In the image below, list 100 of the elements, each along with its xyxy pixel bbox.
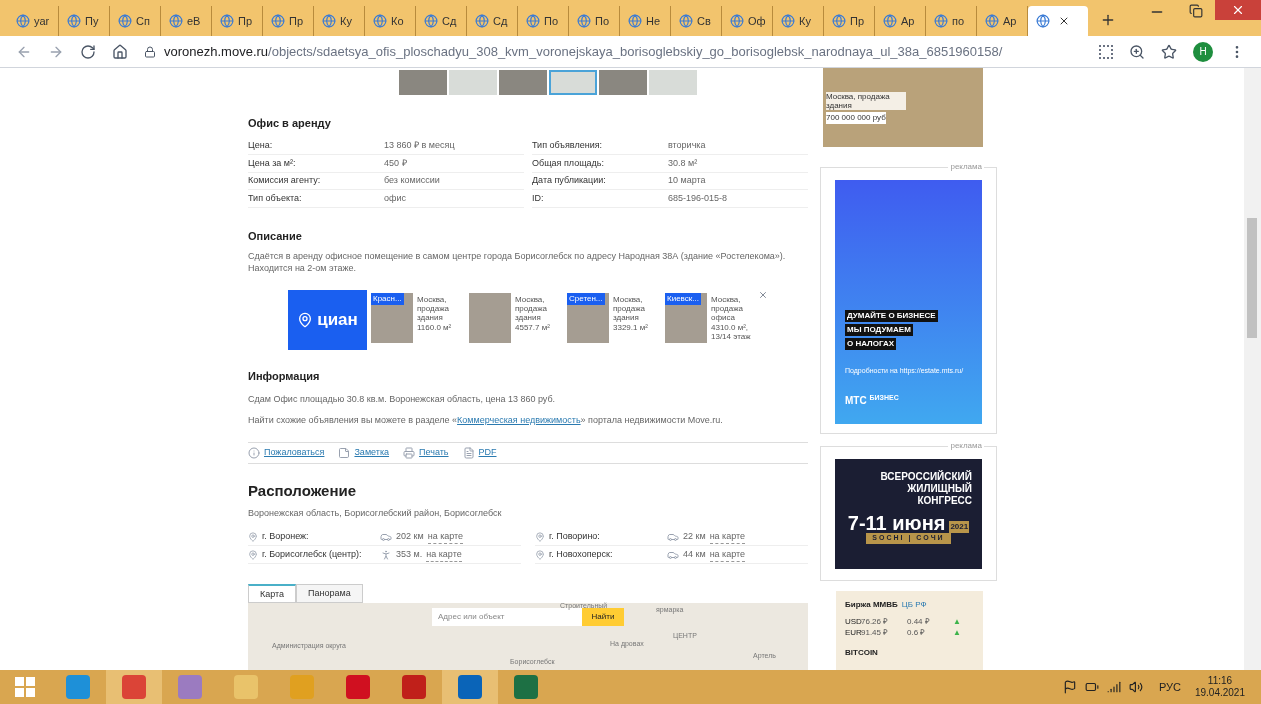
browser-tab[interactable]: по [926,6,977,36]
browser-tab[interactable]: eB [161,6,212,36]
taskbar-app[interactable] [106,670,162,704]
language-indicator[interactable]: РУС [1158,678,1181,696]
browser-tab[interactable]: Сп [110,6,161,36]
flag-icon[interactable] [1062,680,1077,694]
site-icon [985,14,999,28]
place-name: г. Борисоглебск (центр): [262,548,363,562]
place-name: г. Воронеж: [262,530,310,544]
action-link[interactable]: PDF [462,446,497,460]
ad-text: Москва, продажа офиса [711,295,744,322]
browser-tab[interactable]: Пу [59,6,110,36]
home-icon[interactable] [112,43,128,60]
photo-thumbnail[interactable] [399,70,447,95]
tab-title: Сд [493,13,508,29]
site-icon [271,14,285,28]
section-heading: Расположение [248,481,358,502]
pin-icon [535,549,545,560]
photo-placeholder[interactable]: Москва, продажа здания 700 000 000 руб [823,68,983,148]
browser-tab[interactable]: По [518,6,569,36]
address-field[interactable]: voronezh.move.ru/objects/sdaetsya_ofis_ploschadyu_308_kvm_voronejskaya_borisoglebskiy_go_borisoglebsk_narodnaya_ul_38a_6851960158/ [144,41,1083,62]
zoom-icon[interactable] [1129,43,1145,60]
photo-thumbnail[interactable] [649,70,697,95]
browser-tab[interactable]: Пр [824,6,875,36]
browser-tab[interactable]: Ку [314,6,365,36]
browser-tab[interactable]: Ку [773,6,824,36]
action-link[interactable]: Печать [403,446,449,460]
profile-avatar[interactable]: Н [1193,41,1213,62]
browser-tab[interactable]: По [569,6,620,36]
speaker-icon[interactable] [1128,680,1143,694]
ad-dates: 7-11 июня [847,513,946,534]
detail-label: Тип объекта: [248,191,303,205]
tab-title: Ар [1003,13,1017,29]
browser-tab[interactable]: Пр [212,6,263,36]
site-icon [373,14,387,28]
browser-tab[interactable]: Ар [875,6,926,36]
place-name: г. Поворино: [549,530,601,544]
site-icon [577,14,591,28]
detail-value: 13 860 ₽ в месяц [384,139,455,152]
close-window-button[interactable] [1215,0,1261,20]
close-icon[interactable] [758,290,768,300]
site-icon [67,14,81,28]
region-text: Воронежская область, Борисоглебский район, Борисоглебск [248,506,503,520]
tab-title: по [952,13,965,29]
browser-tab[interactable]: Оф [722,6,773,36]
map-link[interactable]: на карте [709,547,746,563]
detail-label: Цена за м²: [248,156,297,170]
browser-tab[interactable]: yar [8,6,59,36]
photo-thumbnail[interactable] [499,70,547,95]
tab-title: По [544,13,559,29]
scrollbar[interactable] [1244,68,1261,670]
qr-icon[interactable] [1099,44,1113,59]
detail-value: офис [384,191,406,205]
section-heading: Описание [248,228,303,244]
browser-tab[interactable]: Не [620,6,671,36]
ad-text: Москва, продажа здания [613,295,646,322]
browser-tab[interactable]: Св [671,6,722,36]
ad-badge: Киевск... [665,293,701,305]
map-link[interactable]: на карте [427,529,464,545]
restore-icon[interactable] [1189,4,1203,18]
printer-icon [403,446,416,459]
ad-slogan: О НАЛОГАХ [845,338,897,351]
tab-title: Пу [85,13,99,29]
ad-text: Москва, продажа здания [826,91,906,110]
browser-tab[interactable]: Сд [416,6,467,36]
action-link[interactable]: Заметка [338,446,390,460]
currency-rate: 91.45 ₽ [861,627,890,640]
detail-value: 10 марта [668,174,706,187]
photo-thumbnail[interactable] [599,70,647,95]
photo-thumbnail[interactable] [549,70,597,95]
reload-icon[interactable] [80,43,96,60]
map-search-button[interactable]: Найти [582,608,624,627]
battery-icon[interactable] [1084,680,1099,694]
action-link[interactable]: Пожаловаться [248,446,325,460]
map-link[interactable]: на карте [709,529,746,545]
map-search-field[interactable]: Адрес или объект [432,608,582,627]
browser-tab[interactable]: Ко [365,6,416,36]
new-tab-icon[interactable] [1100,12,1116,28]
tab-title: Ку [340,13,352,29]
tab-title: Не [646,13,661,29]
tab-title: Пр [238,13,253,29]
currency-change: 0.6 ₽ [907,627,927,640]
widget-link[interactable]: ЦБ РФ [901,598,927,611]
browser-tab[interactable]: Пр [263,6,314,36]
map-tab[interactable]: Карта [248,584,297,604]
browser-tab[interactable] [1028,6,1088,36]
photo-thumbnail[interactable] [449,70,497,95]
map-tab[interactable]: Панорама [296,584,363,604]
ad-banner[interactable]: циан Красн... Москва, продажа здания 1160.0 м² Москва, продажа здания 4557.7 м² Сретен... Москва, продажа здания 3329.1 м² Киевск... Москва, продажа офиса 4310.0 м², 13/14 этаж [288,290,768,350]
bookmark-star-icon[interactable] [1161,43,1177,60]
widget-title: Биржа ММВБ [845,598,898,611]
clock[interactable]: 11:16 19.04.2021 [1194,675,1245,699]
browser-tab[interactable]: Сд [467,6,518,36]
signal-icon[interactable] [1106,680,1121,694]
site-icon [934,14,948,28]
close-tab-icon[interactable] [1058,15,1070,27]
category-link[interactable]: Коммерческая недвижимость [457,415,581,425]
tab-title: Ку [799,13,811,29]
taskbar-app[interactable] [442,670,498,704]
map-link[interactable]: на карте [426,547,462,563]
